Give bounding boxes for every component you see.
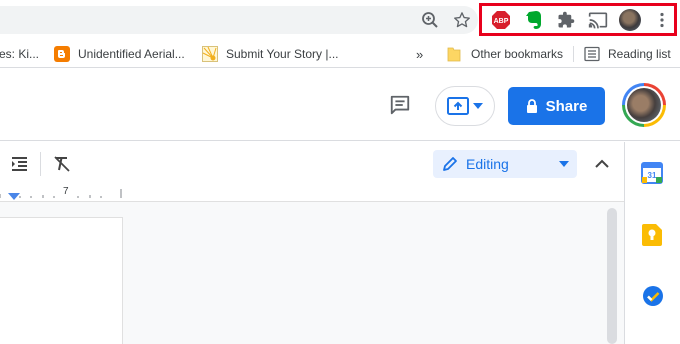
bookmark-label: Submit Your Story |... [226,47,339,61]
side-panel: 31 [624,142,680,344]
calendar-icon[interactable]: 31 [641,162,663,184]
reading-list-icon [584,46,600,62]
adblock-plus-label: ABP [494,18,509,25]
avatar [627,88,661,122]
indent-marker-icon[interactable] [8,193,20,201]
star-icon[interactable] [450,8,474,32]
chevron-double-icon: » [416,46,424,62]
share-button[interactable]: Share [508,87,605,125]
ruler: 7 [0,185,624,202]
bookmark-label: es: Ki... [0,47,40,61]
cast-icon[interactable] [586,8,610,32]
present-button[interactable] [435,86,495,126]
bookmarks-bar: es: Ki... Unidentified Aerial... Submit … [0,40,680,68]
scrollbar[interactable] [607,208,617,344]
toolbar-divider [40,152,41,176]
document-canvas [0,202,624,344]
keep-icon[interactable] [642,224,662,246]
bookmark-item[interactable]: es: Ki... [0,40,39,68]
clear-formatting-icon[interactable] [50,152,74,176]
account-avatar-ring[interactable] [622,83,666,127]
sunburst-icon [202,46,218,62]
lock-icon [526,99,537,113]
zoom-icon[interactable] [418,8,442,32]
address-bar[interactable] [0,6,478,34]
reading-list-button[interactable]: Reading list [584,40,671,68]
docs-header: Share [0,69,680,141]
caret-down-icon [473,103,483,109]
puzzle-icon[interactable] [554,8,578,32]
other-bookmarks-button[interactable]: Other bookmarks [447,40,563,68]
bookmark-label: Unidentified Aerial... [78,47,185,61]
folder-icon [447,46,463,62]
present-icon [447,97,469,115]
bookmarks-overflow-button[interactable]: » [416,40,423,68]
adblock-plus-icon[interactable]: ABP [489,8,513,32]
chevron-up-icon[interactable] [590,152,614,176]
calendar-day: 31 [648,171,657,180]
evernote-icon[interactable] [522,8,546,32]
ruler-label: 7 [63,186,69,197]
bookmark-item-blogger[interactable]: Unidentified Aerial... [54,40,185,68]
bookmark-item-submit[interactable]: Submit Your Story |... [202,40,339,68]
editing-mode-dropdown[interactable]: Editing [433,150,577,178]
tasks-icon[interactable] [642,285,664,307]
document-page[interactable] [0,218,122,344]
caret-down-icon [559,161,569,167]
indent-icon[interactable] [7,152,31,176]
bookmarks-divider [573,46,574,62]
editing-mode-label: Editing [466,156,509,172]
browser-toolbar: ABP [0,0,680,40]
share-label: Share [545,97,588,115]
other-bookmarks-label: Other bookmarks [471,47,564,61]
avatar[interactable] [619,9,641,31]
pencil-icon [443,157,457,171]
menu-dots-icon[interactable] [650,8,674,32]
formatting-toolbar: Editing [0,142,624,185]
comment-history-icon[interactable] [388,93,412,117]
blogger-icon [54,46,70,62]
reading-list-label: Reading list [608,47,671,61]
